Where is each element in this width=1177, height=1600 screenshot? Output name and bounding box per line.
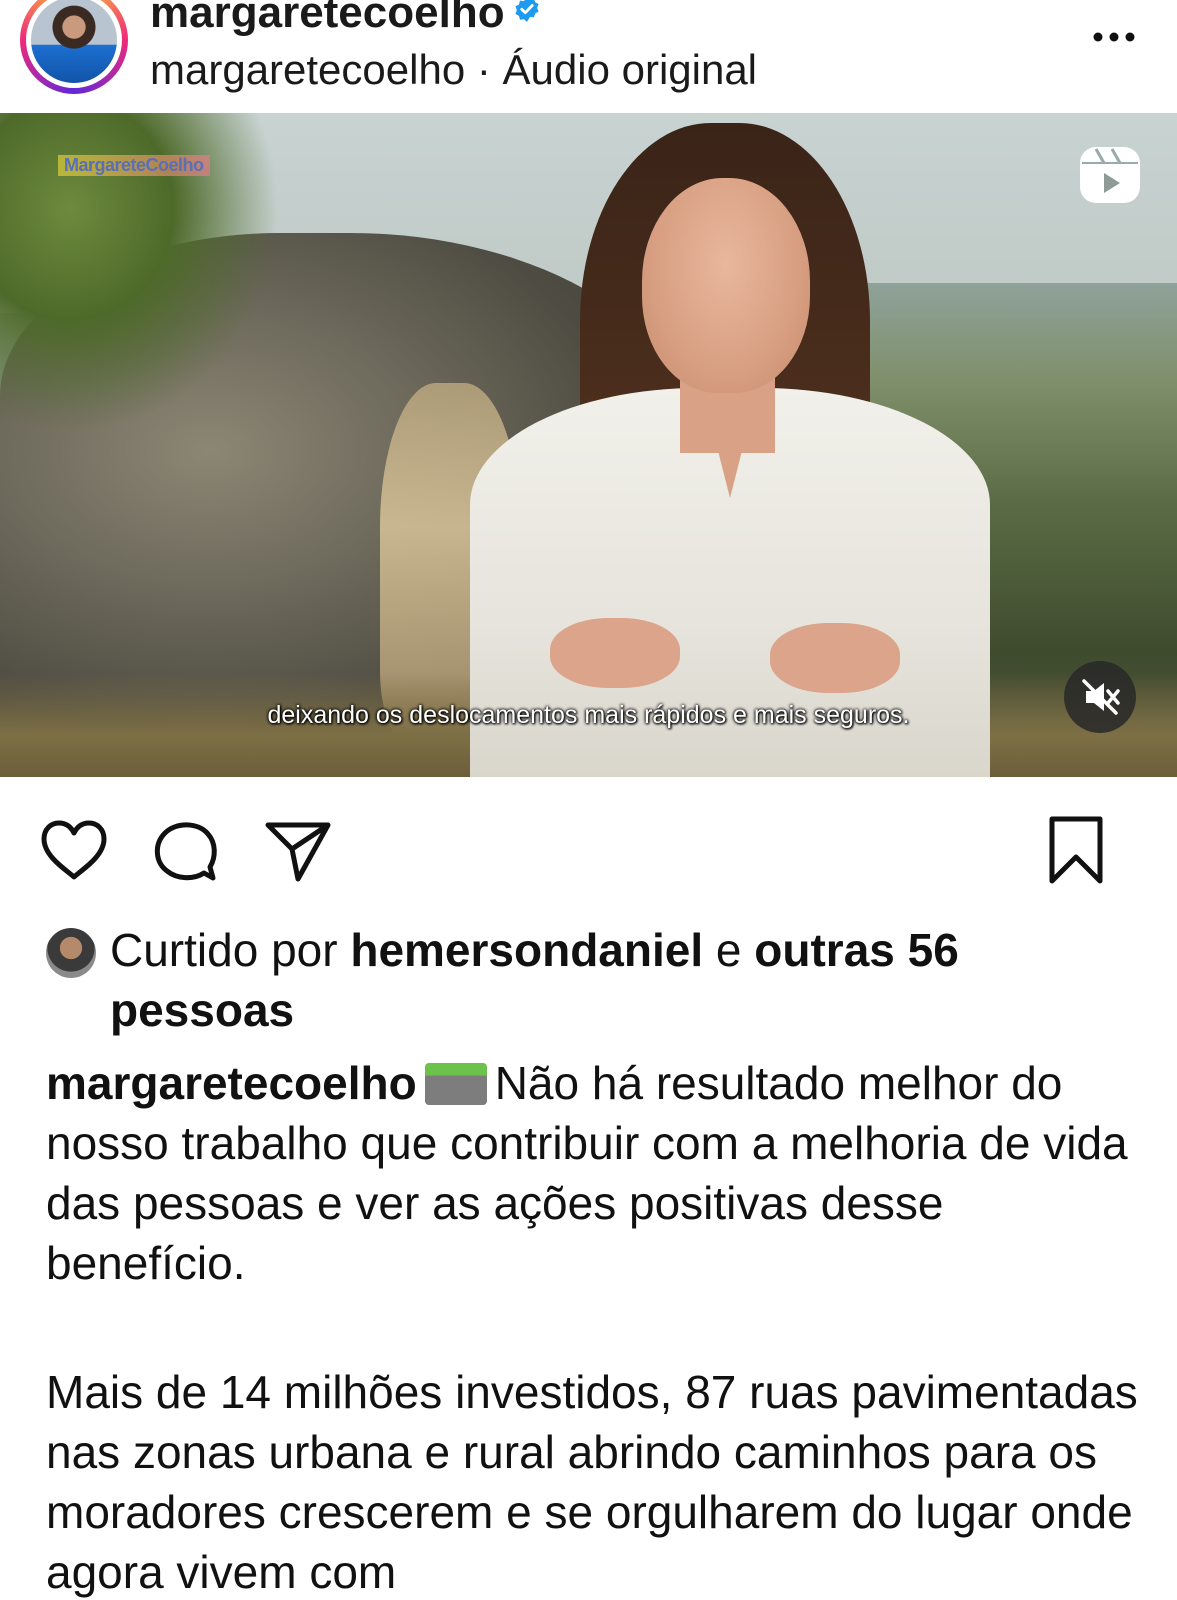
- more-options-icon[interactable]: [1090, 22, 1138, 52]
- liker-username[interactable]: hemersondaniel: [350, 924, 703, 976]
- post-author-username[interactable]: margaretecoelho: [150, 0, 541, 38]
- liked-by-connector: e: [703, 924, 755, 976]
- bookmark-icon[interactable]: [1040, 815, 1112, 887]
- heart-icon[interactable]: [38, 815, 110, 887]
- reel-video[interactable]: MargareteCoelho deixando os deslocamento…: [0, 113, 1177, 777]
- username-text[interactable]: margaretecoelho: [150, 0, 505, 37]
- video-subtitle: deixando os deslocamentos mais rápidos e…: [267, 701, 910, 729]
- motorway-emoji-icon: [424, 1063, 487, 1105]
- likes-summary: Curtido por hemersondaniel e outras 56 p…: [46, 920, 1136, 1040]
- video-watermark: MargareteCoelho: [58, 155, 210, 176]
- muted-speaker-icon: [1082, 679, 1120, 715]
- avatar-photo: [31, 0, 117, 83]
- caption-paragraph-2: Mais de 14 milhões investidos, 87 ruas p…: [46, 1366, 1138, 1598]
- audio-subline[interactable]: margaretecoelho · Áudio original: [150, 46, 757, 94]
- profile-avatar[interactable]: [20, 0, 128, 94]
- liker-avatar[interactable]: [46, 928, 96, 978]
- share-icon[interactable]: [262, 815, 334, 887]
- post-actions-bar: [0, 777, 1177, 897]
- mute-toggle-button[interactable]: [1064, 661, 1136, 733]
- comment-icon[interactable]: [150, 815, 222, 887]
- verified-badge-icon: [515, 0, 539, 22]
- caption-username[interactable]: margaretecoelho: [46, 1057, 417, 1109]
- post-header: margaretecoelho margaretecoelho · Áudio …: [0, 0, 1177, 113]
- reels-icon: [1080, 147, 1140, 203]
- post-caption: margaretecoelho Não há resultado melhor d…: [46, 1053, 1146, 1293]
- liked-by-prefix: Curtido por: [110, 924, 351, 976]
- video-presenter: [470, 123, 990, 777]
